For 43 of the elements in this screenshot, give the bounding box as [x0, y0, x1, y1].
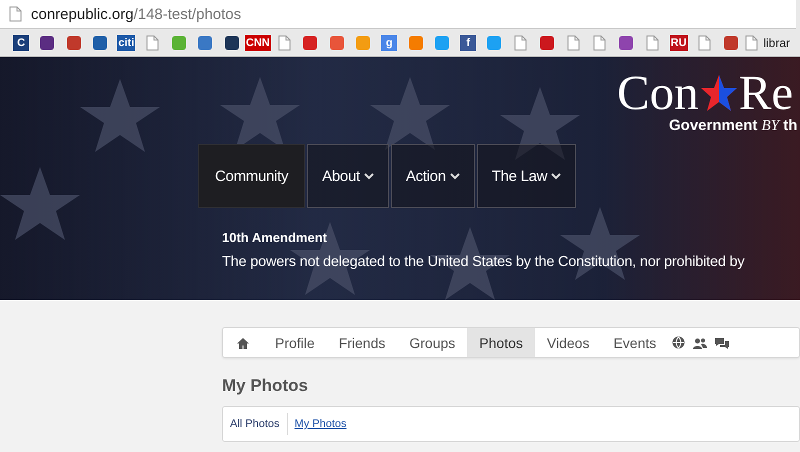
- bookmark-icon[interactable]: [39, 34, 56, 50]
- quote-text: The powers not delegated to the United States by the Constitution, nor prohibited by: [222, 254, 744, 270]
- chevron-down-icon: [551, 172, 562, 180]
- logo-text: Re: [738, 65, 794, 120]
- profile-tab[interactable]: Events: [601, 328, 668, 357]
- chevron-down-icon: [450, 172, 460, 180]
- profile-tab[interactable]: Videos: [534, 328, 602, 357]
- bookmark-icon[interactable]: CNN: [244, 34, 271, 50]
- bookmark-icon[interactable]: [539, 34, 556, 50]
- bookmark-icon[interactable]: citi: [117, 34, 136, 50]
- bookmark-icon[interactable]: [224, 34, 240, 50]
- chevron-down-icon: [364, 172, 374, 180]
- nav-menu-item[interactable]: Action: [390, 144, 475, 208]
- bookmark-icon[interactable]: RU: [670, 34, 688, 50]
- bookmark-icon[interactable]: [66, 34, 82, 50]
- photo-filter-link[interactable]: All Photos: [230, 418, 287, 430]
- home-icon[interactable]: [237, 336, 249, 348]
- profile-tab[interactable]: Photos: [467, 328, 535, 357]
- logo-text: Con: [617, 65, 699, 120]
- photo-filter-link[interactable]: My Photos: [286, 413, 354, 435]
- bookmark-icon[interactable]: f: [460, 34, 476, 50]
- page-icon: [8, 6, 23, 22]
- chat-bubbles-icon[interactable]: [715, 336, 730, 348]
- nav-menu-item[interactable]: Community: [198, 144, 306, 208]
- profile-tab[interactable]: Groups: [397, 328, 468, 357]
- profile-tab[interactable]: Friends: [326, 328, 398, 357]
- bookmark-icon[interactable]: g: [381, 34, 398, 50]
- address-bar-url[interactable]: conrepublic.org/148-test/photos: [31, 6, 242, 22]
- bookmark-link[interactable]: librar: [744, 34, 790, 50]
- star-logo-icon: [698, 73, 739, 113]
- page-icon: [744, 34, 760, 50]
- site-tagline: Government BY th: [669, 117, 798, 135]
- bookmark-icon[interactable]: [723, 34, 740, 50]
- quote-title: 10th Amendment: [222, 230, 328, 245]
- page-heading: My Photos: [222, 376, 309, 396]
- bookmark-icon[interactable]: C: [13, 34, 30, 50]
- people-icon[interactable]: [693, 336, 708, 348]
- globe-icon[interactable]: [672, 336, 686, 349]
- bookmark-icon[interactable]: [618, 34, 634, 50]
- bookmark-icon[interactable]: [92, 34, 108, 50]
- nav-menu-item[interactable]: About: [307, 144, 389, 208]
- nav-menu-item[interactable]: The Law: [476, 144, 576, 208]
- profile-tab[interactable]: Profile: [263, 328, 327, 357]
